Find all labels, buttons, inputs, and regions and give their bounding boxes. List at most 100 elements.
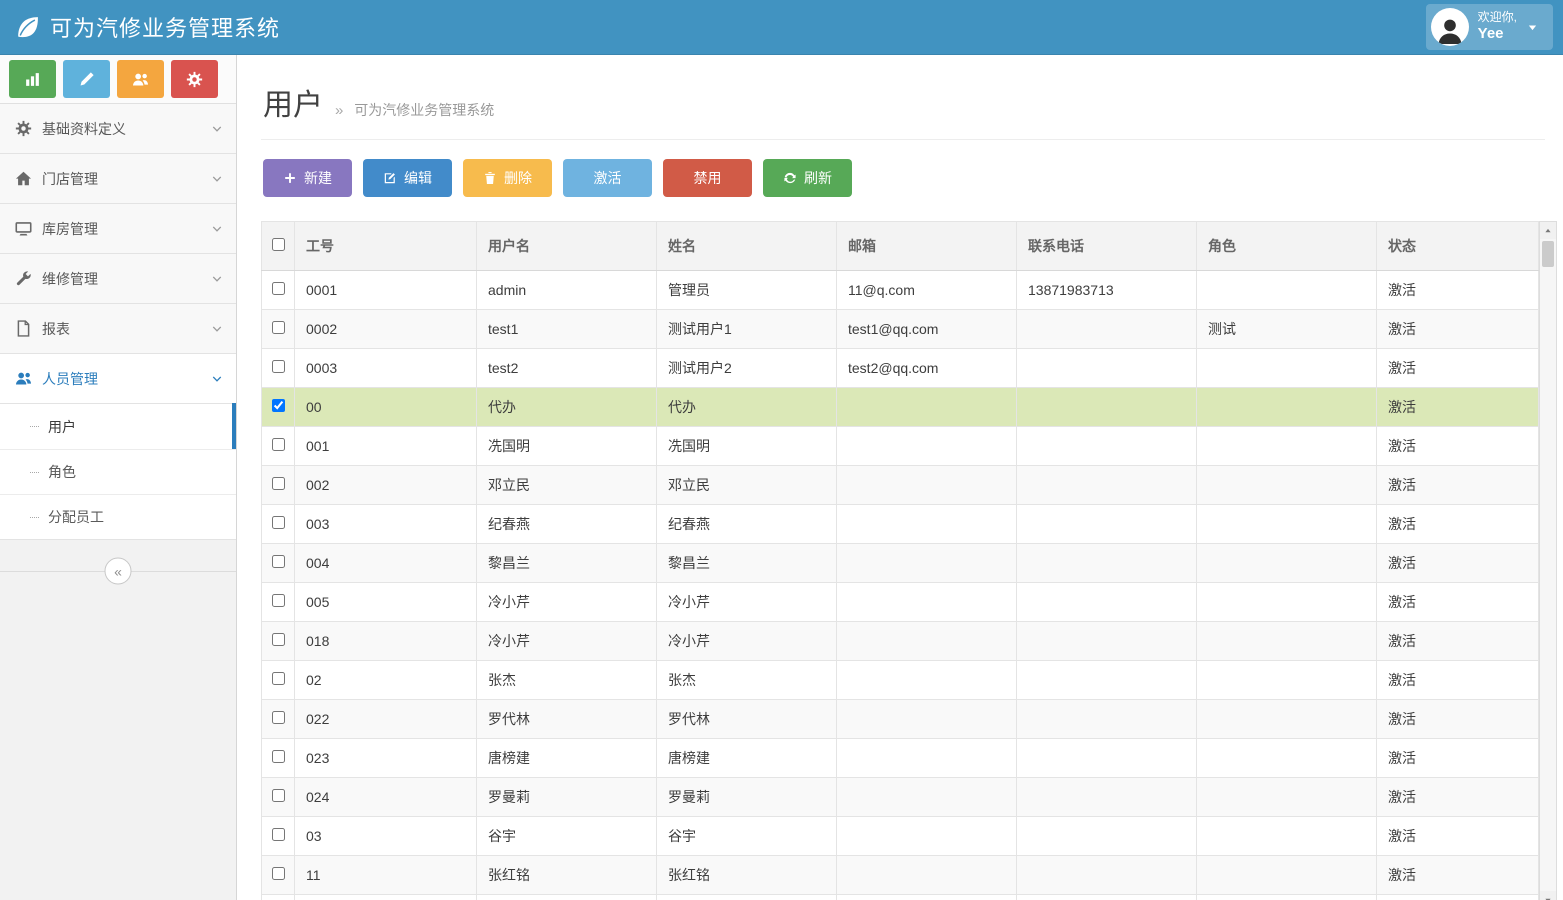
plus-icon [283,171,297,185]
scroll-down-button[interactable] [1540,891,1556,900]
table-row[interactable]: 13杨林杨林激活 [262,895,1539,900]
shortcut-settings-button[interactable] [171,60,218,98]
row-checkbox-cell [262,700,295,739]
row-checkbox[interactable] [272,828,285,841]
table-row[interactable]: 003纪春燕纪春燕激活 [262,505,1539,544]
table-row[interactable]: 002邓立民邓立民激活 [262,466,1539,505]
cell-status: 激活 [1377,661,1539,700]
sidebar-shortcuts [0,55,236,104]
sidebar-item-stores[interactable]: 门店管理 [0,154,236,204]
sidebar-collapse-button[interactable]: « [105,558,132,585]
breadcrumb-link[interactable]: 可为汽修业务管理系统 [354,102,494,118]
row-checkbox[interactable] [272,789,285,802]
row-checkbox-cell [262,388,295,427]
row-checkbox[interactable] [272,594,285,607]
row-checkbox-cell [262,271,295,310]
trash-icon [483,171,497,185]
row-checkbox[interactable] [272,282,285,295]
new-button[interactable]: 新建 [263,159,352,197]
activate-button[interactable]: 激活 [563,159,652,197]
table-row[interactable]: 001冼国明冼国明激活 [262,427,1539,466]
cell-username: 纪春燕 [477,505,657,544]
sidebar-item-reports[interactable]: 报表 [0,304,236,354]
column-header-email[interactable]: 邮箱 [837,222,1017,271]
table-row[interactable]: 024罗曼莉罗曼莉激活 [262,778,1539,817]
cell-name: 冷小芹 [657,622,837,661]
refresh-button[interactable]: 刷新 [763,159,852,197]
sidebar-item-roles[interactable]: 角色 [0,449,236,494]
cell-role [1197,271,1377,310]
sidebar-item-assign-staff[interactable]: 分配员工 [0,494,236,539]
table-row[interactable]: 03谷宇谷宇激活 [262,817,1539,856]
shortcut-users-button[interactable] [117,60,164,98]
sidebar-item-personnel[interactable]: 人员管理 [0,354,236,404]
cell-username: 黎昌兰 [477,544,657,583]
column-header-role[interactable]: 角色 [1197,222,1377,271]
table-head: 工号用户名姓名邮箱联系电话角色状态 [262,222,1539,271]
disable-button[interactable]: 禁用 [663,159,752,197]
table-row[interactable]: 0003test2测试用户2test2@qq.com激活 [262,349,1539,388]
table-row[interactable]: 023唐榜建唐榜建激活 [262,739,1539,778]
cell-username: 冷小芹 [477,622,657,661]
table-row[interactable]: 022罗代林罗代林激活 [262,700,1539,739]
row-checkbox-cell [262,427,295,466]
table-scrollbar[interactable] [1539,221,1557,900]
row-checkbox[interactable] [272,750,285,763]
table-row[interactable]: 0002test1测试用户1test1@qq.com测试激活 [262,310,1539,349]
scrollbar-thumb[interactable] [1542,241,1554,267]
table-row[interactable]: 02张杰张杰激活 [262,661,1539,700]
table-row[interactable]: 11张红铭张红铭激活 [262,856,1539,895]
delete-button[interactable]: 删除 [463,159,552,197]
table-row[interactable]: 005冷小芹冷小芹激活 [262,583,1539,622]
row-checkbox[interactable] [272,438,285,451]
cell-name: 杨林 [657,895,837,900]
submenu-item-label: 角色 [48,462,76,482]
row-checkbox[interactable] [272,555,285,568]
table-row[interactable]: 0001admin管理员11@q.com13871983713激活 [262,271,1539,310]
column-header-name[interactable]: 姓名 [657,222,837,271]
cell-role [1197,427,1377,466]
cell-username: 张红铭 [477,856,657,895]
cell-id: 003 [295,505,477,544]
shortcut-edit-button[interactable] [63,60,110,98]
column-header-id[interactable]: 工号 [295,222,477,271]
refresh-icon [783,171,797,185]
edit-button[interactable]: 编辑 [363,159,452,197]
cell-id: 004 [295,544,477,583]
person-icon [1435,16,1465,46]
cell-phone [1017,856,1197,895]
cell-name: 管理员 [657,271,837,310]
column-header-status[interactable]: 状态 [1377,222,1539,271]
cell-role [1197,700,1377,739]
cell-role: 测试 [1197,310,1377,349]
table-row[interactable]: 004黎昌兰黎昌兰激活 [262,544,1539,583]
row-checkbox[interactable] [272,321,285,334]
page-header: 用户 » 可为汽修业务管理系统 [261,55,1545,140]
sidebar-item-maintenance[interactable]: 维修管理 [0,254,236,304]
table-row[interactable]: 018冷小芹冷小芹激活 [262,622,1539,661]
scroll-up-button[interactable] [1540,222,1556,239]
row-checkbox[interactable] [272,633,285,646]
sidebar-item-users[interactable]: 用户 [0,404,236,449]
cell-role [1197,583,1377,622]
cell-role [1197,622,1377,661]
row-checkbox[interactable] [272,360,285,373]
sidebar-item-warehouse[interactable]: 库房管理 [0,204,236,254]
shortcut-chart-button[interactable] [9,60,56,98]
row-checkbox[interactable] [272,477,285,490]
row-checkbox[interactable] [272,867,285,880]
sidebar-item-base-data[interactable]: 基础资料定义 [0,104,236,154]
cell-status: 激活 [1377,778,1539,817]
cell-name: 代办 [657,388,837,427]
cell-status: 激活 [1377,466,1539,505]
user-menu[interactable]: 欢迎你, Yee [1426,4,1553,50]
row-checkbox[interactable] [272,711,285,724]
row-checkbox[interactable] [272,399,285,412]
column-header-username[interactable]: 用户名 [477,222,657,271]
column-header-phone[interactable]: 联系电话 [1017,222,1197,271]
row-checkbox[interactable] [272,516,285,529]
select-all-checkbox[interactable] [272,238,285,251]
table-row[interactable]: 00代办代办激活 [262,388,1539,427]
row-checkbox[interactable] [272,672,285,685]
cell-email [837,505,1017,544]
